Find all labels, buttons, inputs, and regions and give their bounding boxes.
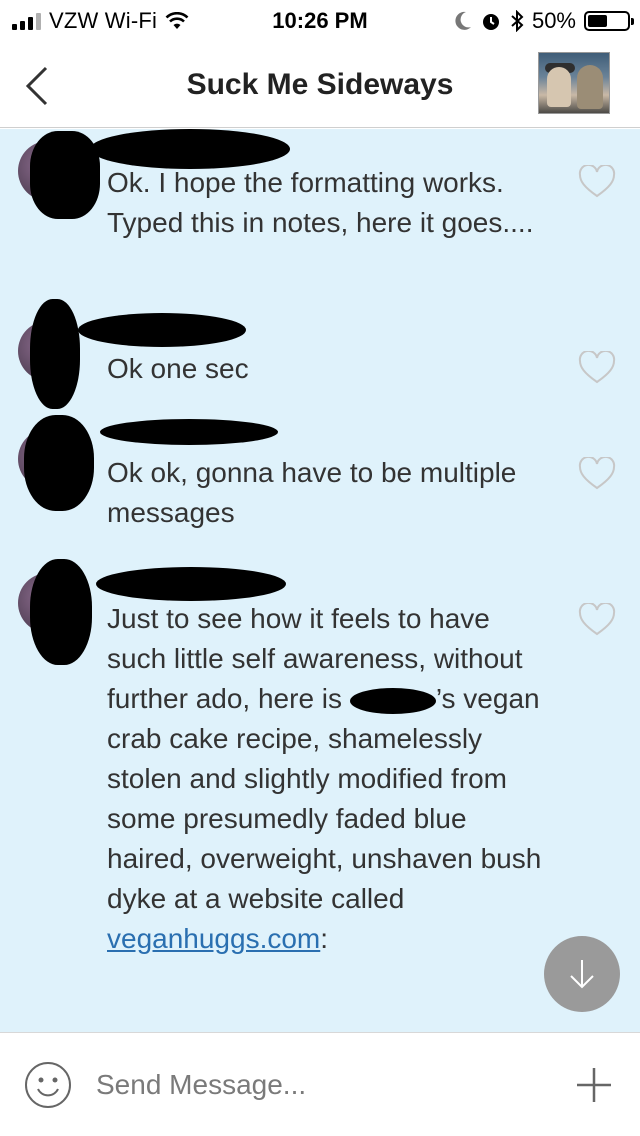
bluetooth-icon [511, 10, 524, 32]
group-avatar[interactable] [538, 52, 610, 114]
redaction-mark [96, 567, 286, 601]
heart-icon[interactable] [578, 351, 616, 385]
plus-icon[interactable] [574, 1065, 614, 1105]
battery-fill [588, 15, 607, 27]
status-right: 50% [454, 8, 634, 34]
message-text: Ok one sec [107, 353, 249, 384]
moon-icon [455, 11, 471, 30]
battery-icon [584, 11, 634, 31]
heart-icon[interactable] [578, 165, 616, 199]
redaction-mark [349, 687, 436, 714]
message-link[interactable]: veganhuggs.com [107, 923, 320, 954]
nav-bar: Suck Me Sideways [0, 40, 640, 128]
smiley-icon[interactable] [24, 1061, 72, 1109]
message-composer [0, 1032, 640, 1136]
heart-icon[interactable] [578, 603, 616, 637]
message-input[interactable] [96, 1063, 536, 1107]
message-text-part: : [320, 923, 329, 954]
status-bar: VZW Wi-Fi 10:26 PM 50% [0, 0, 640, 40]
redaction-mark [100, 419, 278, 445]
message-text: Ok. I hope the formatting works. Typed t… [107, 167, 534, 238]
redaction-mark [30, 131, 100, 219]
message-item: Just to see how it feels to have such li… [0, 559, 640, 1032]
message-item: Ok. I hope the formatting works. Typed t… [0, 129, 640, 299]
message-item: Ok ok, gonna have to be multiple message… [0, 409, 640, 559]
scroll-to-bottom-button[interactable] [544, 936, 620, 1012]
battery-percent: 50% [531, 8, 576, 33]
message-list[interactable]: Ok. I hope the formatting works. Typed t… [0, 129, 640, 1032]
heart-icon[interactable] [578, 457, 616, 491]
alarm-icon [482, 14, 499, 30]
redaction-mark [30, 559, 92, 665]
message-text: Just to see how it feels to have such li… [107, 599, 547, 959]
message-text-part: ’s vegan crab cake recipe, shamelessly s… [107, 683, 542, 914]
message-text: Ok ok, gonna have to be multiple message… [107, 457, 517, 528]
redaction-mark [78, 313, 246, 347]
message-item: Ok one sec [0, 299, 640, 409]
arrow-down-icon [570, 960, 594, 989]
redaction-mark [24, 415, 94, 511]
redaction-mark [30, 299, 80, 409]
